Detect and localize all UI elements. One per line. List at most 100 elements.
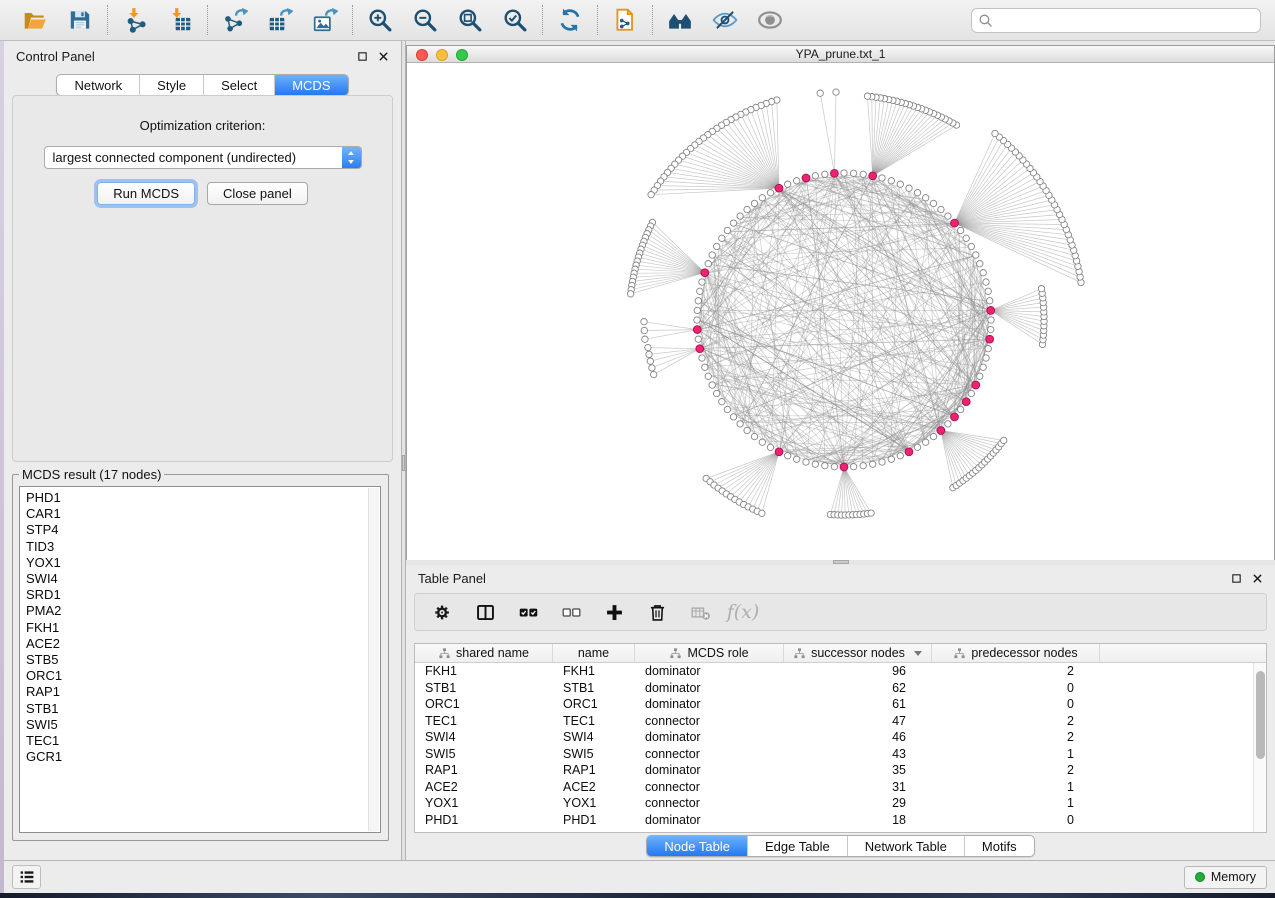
table-scrollbar[interactable] <box>1253 663 1266 832</box>
mcds-result-item[interactable]: ORC1 <box>20 668 380 684</box>
table-tab-edge-table[interactable]: Edge Table <box>747 836 847 856</box>
mcds-list-scrollbar[interactable] <box>368 488 379 831</box>
table-row[interactable]: SWI5SWI5connector431 <box>415 746 1266 763</box>
main-toolbar-groups <box>8 5 797 35</box>
search-input[interactable] <box>994 13 1255 28</box>
refresh-button[interactable] <box>556 6 584 34</box>
table-row[interactable]: FKH1FKH1dominator962 <box>415 663 1266 680</box>
tab-network[interactable]: Network <box>57 75 139 95</box>
table-tab-node-table[interactable]: Node Table <box>647 836 747 856</box>
mcds-result-item[interactable]: STP4 <box>20 522 380 538</box>
import-table-button[interactable] <box>166 6 194 34</box>
mcds-result-item[interactable]: FKH1 <box>20 620 380 636</box>
table-row[interactable]: ACE2ACE2connector311 <box>415 779 1266 796</box>
export-network-button[interactable] <box>221 6 249 34</box>
main-toolbar <box>0 0 1275 41</box>
mcds-result-item[interactable]: SWI5 <box>20 717 380 733</box>
zoom-in-button[interactable] <box>366 6 394 34</box>
search-icon <box>977 12 994 29</box>
table-panel-titlebar: Table Panel <box>406 565 1275 591</box>
table-panel-title: Table Panel <box>418 571 486 586</box>
zoom-selected-button[interactable] <box>501 6 529 34</box>
save-session-button[interactable] <box>66 6 94 34</box>
mcds-result-item[interactable]: STB5 <box>20 652 380 668</box>
float-table-panel-icon[interactable] <box>1231 573 1242 584</box>
export-table-button[interactable] <box>266 6 294 34</box>
cell-name: STB1 <box>553 681 635 695</box>
mcds-result-item[interactable]: SRD1 <box>20 587 380 603</box>
table-row[interactable]: YOX1YOX1connector291 <box>415 795 1266 812</box>
close-table-panel-icon[interactable] <box>1252 573 1263 584</box>
table-row[interactable]: RAP1RAP1dominator352 <box>415 762 1266 779</box>
cell-name: SWI5 <box>553 747 635 761</box>
cell-successor-nodes: 18 <box>784 813 932 827</box>
tab-mcds[interactable]: MCDS <box>274 75 347 95</box>
export-image-button[interactable] <box>311 6 339 34</box>
mcds-result-item[interactable]: PHD1 <box>20 490 380 506</box>
cell-successor-nodes: 35 <box>784 763 932 777</box>
cell-successor-nodes: 62 <box>784 681 932 695</box>
task-history-button[interactable] <box>12 865 41 889</box>
table-settings-button[interactable] <box>430 600 454 624</box>
vertical-splitter-handle[interactable] <box>402 455 405 471</box>
deselect-all-rows-button[interactable] <box>559 600 583 624</box>
table-tab-network-table[interactable]: Network Table <box>847 836 964 856</box>
mcds-result-item[interactable]: CAR1 <box>20 506 380 522</box>
float-panel-icon[interactable] <box>357 51 368 62</box>
horizontal-splitter-handle[interactable] <box>833 560 849 564</box>
mcds-result-item[interactable]: STB1 <box>20 701 380 717</box>
close-panel-icon[interactable] <box>378 51 389 62</box>
mcds-result-item[interactable]: TEC1 <box>20 733 380 749</box>
toggle-panel-split-button[interactable] <box>473 600 497 624</box>
mcds-result-item[interactable]: GCR1 <box>20 749 380 765</box>
mcds-result-item[interactable]: PMA2 <box>20 603 380 619</box>
column-header-successor-nodes[interactable]: successor nodes <box>784 644 932 662</box>
mcds-result-item[interactable]: YOX1 <box>20 555 380 571</box>
close-panel-button[interactable]: Close panel <box>207 182 308 205</box>
cell-successor-nodes: 96 <box>784 664 932 678</box>
criterion-dropdown[interactable]: largest connected component (undirected) <box>44 146 362 169</box>
table-tab-motifs[interactable]: Motifs <box>964 836 1034 856</box>
table-row[interactable]: SWI4SWI4dominator462 <box>415 729 1266 746</box>
show-graphics-details-icon <box>757 7 783 33</box>
network-search-box[interactable] <box>971 8 1261 33</box>
tab-select[interactable]: Select <box>203 75 274 95</box>
table-row[interactable]: PHD1PHD1dominator180 <box>415 812 1266 829</box>
cell-name: ORC1 <box>553 697 635 711</box>
select-all-rows-button[interactable] <box>516 600 540 624</box>
cell-successor-nodes: 46 <box>784 730 932 744</box>
add-column-button[interactable] <box>602 600 626 624</box>
mcds-result-item[interactable]: SWI4 <box>20 571 380 587</box>
table-row[interactable]: TEC1TEC1connector472 <box>415 713 1266 730</box>
mcds-result-item[interactable]: TID3 <box>20 539 380 555</box>
show-graphics-details-button[interactable] <box>756 6 784 34</box>
network-document-share-button[interactable] <box>611 6 639 34</box>
zoom-traffic-light[interactable] <box>456 49 468 61</box>
delete-selected-button[interactable] <box>645 600 669 624</box>
column-header-MCDS-role[interactable]: MCDS role <box>635 644 784 662</box>
network-canvas[interactable] <box>407 64 1274 560</box>
close-traffic-light[interactable] <box>416 49 428 61</box>
cell-successor-nodes: 47 <box>784 714 932 728</box>
column-header-filler <box>1100 644 1266 662</box>
memory-button[interactable]: Memory <box>1184 866 1267 889</box>
column-header-name[interactable]: name <box>553 644 635 662</box>
table-row[interactable]: ORC1ORC1dominator610 <box>415 696 1266 713</box>
cell-successor-nodes: 29 <box>784 796 932 810</box>
search-network-button[interactable] <box>666 6 694 34</box>
open-session-button[interactable] <box>21 6 49 34</box>
minimize-traffic-light[interactable] <box>436 49 448 61</box>
mcds-result-item[interactable]: ACE2 <box>20 636 380 652</box>
tab-style[interactable]: Style <box>139 75 203 95</box>
mcds-result-item[interactable]: RAP1 <box>20 684 380 700</box>
column-header-predecessor-nodes[interactable]: predecessor nodes <box>932 644 1100 662</box>
import-network-button[interactable] <box>121 6 149 34</box>
run-mcds-button[interactable]: Run MCDS <box>97 182 195 205</box>
zoom-fit-button[interactable] <box>456 6 484 34</box>
column-header-shared-name[interactable]: shared name <box>415 644 553 662</box>
zoom-in-icon <box>367 7 393 33</box>
table-row[interactable]: STB1STB1dominator620 <box>415 680 1266 697</box>
zoom-out-button[interactable] <box>411 6 439 34</box>
table-scrollbar-thumb[interactable] <box>1256 671 1265 759</box>
toggle-graphics-details-button[interactable] <box>711 6 739 34</box>
